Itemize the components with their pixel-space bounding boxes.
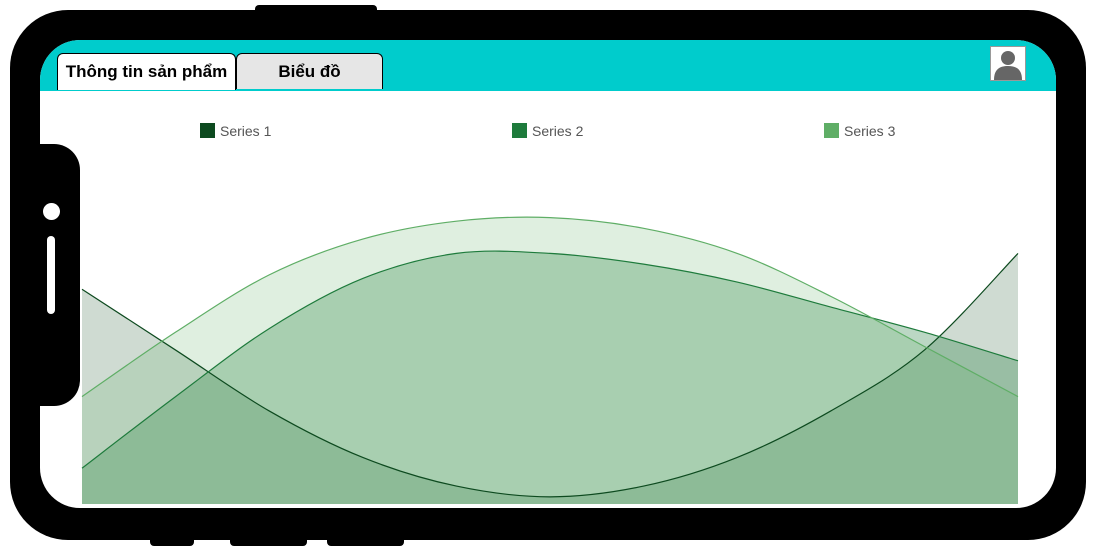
legend-label[interactable]: Series 1 — [220, 123, 272, 139]
legend-swatch[interactable] — [512, 123, 527, 138]
area-chart: Series 1 Series 2 Series 3 — [81, 123, 1019, 504]
tab-product-info[interactable]: Thông tin sản phẩm — [57, 53, 236, 90]
legend-swatch[interactable] — [200, 123, 215, 138]
legend-label[interactable]: Series 2 — [532, 123, 584, 139]
tab-label: Biểu đồ — [278, 61, 341, 81]
camera-icon — [43, 203, 60, 220]
app-screen: Thông tin sản phẩm Biểu đồ Series 1 Serie… — [40, 40, 1056, 508]
series-area-3 — [82, 217, 1018, 504]
tab-chart[interactable]: Biểu đồ — [236, 53, 383, 89]
legend-swatch[interactable] — [824, 123, 839, 138]
legend-label[interactable]: Series 3 — [844, 123, 896, 139]
speaker-icon — [47, 236, 55, 314]
tab-label: Thông tin sản phẩm — [65, 62, 228, 81]
user-avatar-icon[interactable] — [990, 46, 1026, 81]
app-header: Thông tin sản phẩm Biểu đồ — [40, 40, 1056, 91]
